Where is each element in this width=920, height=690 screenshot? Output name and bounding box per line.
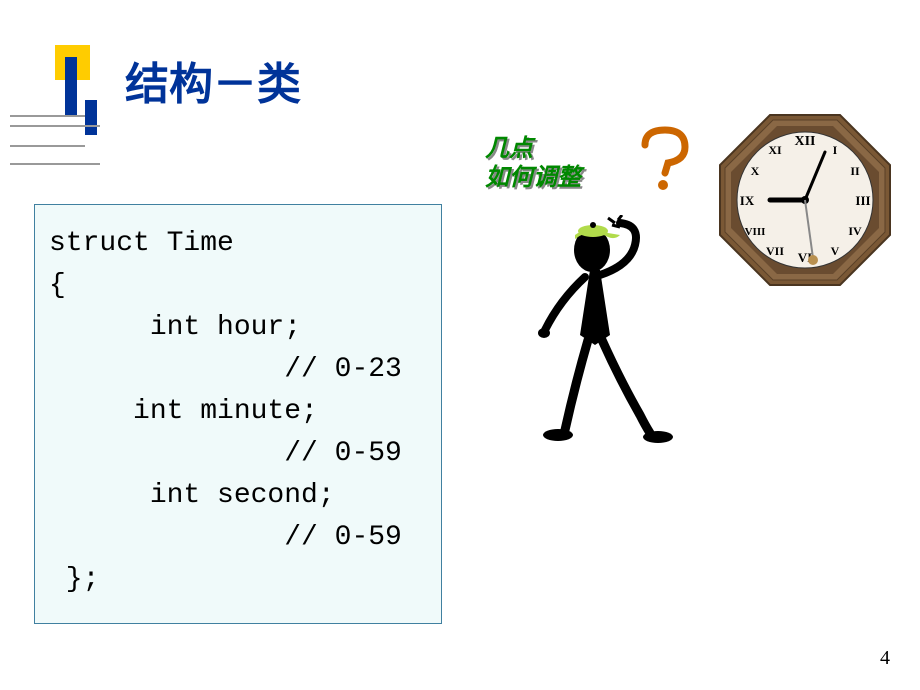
question-line2: 如何调整 bbox=[485, 164, 581, 193]
clock-icon: XII I II III IV V VI VII VIII IX X XI bbox=[715, 110, 895, 290]
numeral-10: X bbox=[751, 164, 760, 178]
code-line: int hour; bbox=[49, 312, 301, 343]
code-content: struct Time { int hour; // 0-23 int minu… bbox=[35, 205, 441, 611]
slide-title: 结构－类 bbox=[125, 48, 301, 112]
question-text: 几点 如何调整 bbox=[485, 135, 581, 193]
title-decoration bbox=[10, 45, 105, 145]
deco-line bbox=[10, 163, 100, 165]
code-line: }; bbox=[49, 564, 99, 595]
numeral-3: III bbox=[855, 193, 870, 208]
numeral-9: IX bbox=[740, 193, 755, 208]
code-line: int minute; bbox=[49, 396, 318, 427]
deco-line bbox=[10, 115, 85, 117]
numeral-5: V bbox=[831, 244, 840, 258]
question-mark-icon bbox=[630, 125, 700, 195]
numeral-2: II bbox=[850, 164, 860, 178]
page-number: 4 bbox=[880, 647, 890, 670]
numeral-11: XI bbox=[768, 143, 782, 157]
numeral-8: VIII bbox=[745, 226, 766, 238]
code-line: // 0-59 bbox=[49, 438, 402, 469]
code-line: // 0-59 bbox=[49, 522, 402, 553]
code-line: { bbox=[49, 270, 66, 301]
code-line: int second; bbox=[49, 480, 335, 511]
deco-line bbox=[10, 145, 85, 147]
numeral-12: XII bbox=[794, 134, 815, 149]
numeral-7: VII bbox=[766, 244, 784, 258]
code-box: struct Time { int hour; // 0-23 int minu… bbox=[34, 204, 442, 624]
question-line1: 几点 bbox=[485, 135, 581, 164]
thinking-man-icon bbox=[520, 215, 700, 475]
deco-line bbox=[10, 125, 100, 127]
code-line: // 0-23 bbox=[49, 354, 402, 385]
deco-blue-bar-2 bbox=[85, 100, 97, 135]
deco-blue-bar-1 bbox=[65, 57, 77, 117]
numeral-1: I bbox=[833, 143, 838, 157]
code-line: struct Time bbox=[49, 228, 234, 259]
numeral-4: IV bbox=[848, 224, 862, 238]
